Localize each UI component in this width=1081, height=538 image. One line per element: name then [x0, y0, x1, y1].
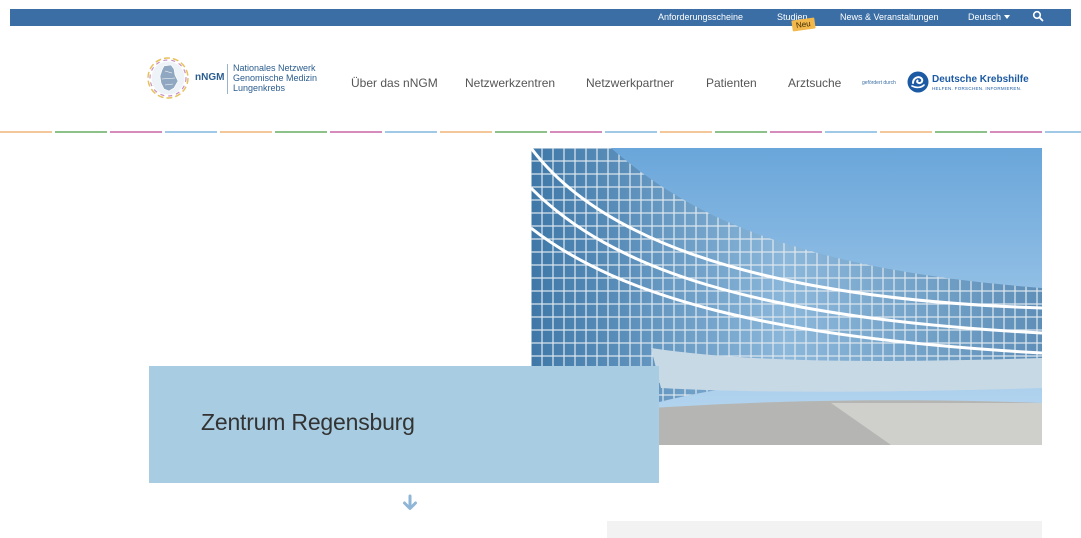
stripe-segment — [275, 131, 327, 133]
stripe-segment — [770, 131, 822, 133]
link-anforderungsscheine[interactable]: Anforderungsscheine — [658, 12, 743, 22]
stripe-segment — [550, 131, 602, 133]
stripe-segment — [495, 131, 547, 133]
stripe-segment — [935, 131, 987, 133]
stripe-segment — [440, 131, 492, 133]
stripe-segment — [605, 131, 657, 133]
stripe-segment — [825, 131, 877, 133]
site-logo[interactable]: nNGM Nationales Netzwerk Genomische Medi… — [147, 57, 342, 101]
nav-item-netzwerkzentren[interactable]: Netzwerkzentren — [465, 76, 555, 90]
stripe-segment — [385, 131, 437, 133]
stripe-segment — [330, 131, 382, 133]
stripe-segment — [55, 131, 107, 133]
arrow-down-icon[interactable] — [401, 494, 419, 512]
stripe-segment — [0, 131, 52, 133]
germany-map-emblem-icon — [147, 57, 189, 99]
nav-item-netzwerkpartner[interactable]: Netzwerkpartner — [586, 76, 674, 90]
nav-item-patienten[interactable]: Patienten — [706, 76, 757, 90]
stripe-segment — [1045, 131, 1081, 133]
funder-slogan: HELFEN. FORSCHEN. INFORMIEREN. — [932, 86, 1022, 91]
logo-acronym: nNGM — [195, 72, 225, 83]
stripe-segment — [880, 131, 932, 133]
stripe-segment — [220, 131, 272, 133]
hero-title-box: Zentrum Regensburg — [149, 366, 659, 483]
language-selector[interactable]: Deutsch — [968, 12, 1011, 22]
color-stripe-divider — [0, 131, 1081, 134]
funder-name: Deutsche Krebshilfe — [932, 74, 1029, 85]
stripe-segment — [715, 131, 767, 133]
funder-prefix: gefördert durch — [862, 80, 896, 86]
language-label: Deutsch — [968, 12, 1002, 22]
nav-item-arztsuche[interactable]: Arztsuche — [788, 76, 841, 90]
search-icon[interactable] — [1032, 10, 1044, 24]
logo-divider — [227, 64, 228, 94]
stripe-segment — [165, 131, 217, 133]
nav-item-ueber-das-nngm[interactable]: Über das nNGM — [351, 76, 438, 90]
logo-wordmark: Nationales Netzwerk Genomische Medizin L… — [233, 63, 317, 93]
stripe-segment — [990, 131, 1042, 133]
krebshilfe-logo-icon — [907, 71, 929, 93]
logo-line-3: Lungenkrebs — [233, 83, 286, 93]
link-news[interactable]: News & Veranstaltungen — [840, 12, 939, 22]
logo-line-2: Genomische Medizin — [233, 73, 318, 83]
new-badge: Neu — [791, 17, 816, 32]
content-panel — [607, 521, 1042, 538]
caret-down-icon — [1004, 15, 1011, 19]
funder-logo[interactable]: gefördert durch Deutsche Krebshilfe HELF… — [862, 70, 1029, 98]
logo-line-1: Nationales Netzwerk — [233, 63, 316, 73]
stripe-segment — [660, 131, 712, 133]
top-utility-bar: Anforderungsscheine Studien News & Veran… — [10, 9, 1071, 26]
stripe-segment — [110, 131, 162, 133]
page-title: Zentrum Regensburg — [201, 409, 415, 435]
